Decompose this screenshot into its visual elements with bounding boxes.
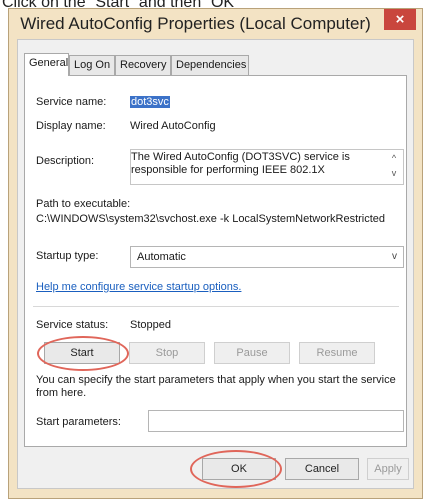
help-link[interactable]: Help me configure service startup option… bbox=[36, 281, 241, 293]
display-name-value[interactable]: Wired AutoConfig bbox=[130, 120, 216, 132]
startup-type-select[interactable]: Automatic v bbox=[130, 246, 404, 268]
properties-dialog: Wired AutoConfig Properties (Local Compu… bbox=[8, 8, 423, 499]
scroll-up-icon[interactable]: ^ bbox=[387, 153, 401, 165]
service-name-value[interactable]: dot3svc bbox=[130, 96, 170, 108]
title-bar[interactable]: Wired AutoConfig Properties (Local Compu… bbox=[9, 9, 422, 39]
cancel-button[interactable]: Cancel bbox=[285, 458, 359, 480]
tab-log-on[interactable]: Log On bbox=[69, 55, 115, 75]
ok-highlight-circle bbox=[190, 450, 282, 488]
startup-type-value: Automatic bbox=[137, 251, 186, 263]
display-name-label: Display name: bbox=[36, 120, 106, 132]
start-params-input[interactable] bbox=[148, 410, 404, 432]
service-status-value: Stopped bbox=[130, 319, 171, 331]
service-name-label: Service name: bbox=[36, 96, 107, 108]
service-name-text: dot3svc bbox=[130, 96, 170, 108]
pause-button[interactable]: Pause bbox=[214, 342, 290, 364]
start-highlight-circle bbox=[37, 336, 129, 371]
tab-recovery[interactable]: Recovery bbox=[115, 55, 171, 75]
path-label: Path to executable: bbox=[36, 198, 131, 210]
close-icon: × bbox=[395, 11, 405, 28]
description-box[interactable]: The Wired AutoConfig (DOT3SVC) service i… bbox=[130, 149, 404, 185]
service-status-label: Service status: bbox=[36, 319, 109, 331]
path-value[interactable]: C:\WINDOWS\system32\svchost.exe -k Local… bbox=[36, 213, 385, 225]
dialog-client-area: General Log On Recovery Dependencies Ser… bbox=[17, 39, 414, 489]
start-params-label: Start parameters: bbox=[36, 416, 121, 428]
tab-general[interactable]: General bbox=[24, 53, 69, 76]
resume-button[interactable]: Resume bbox=[299, 342, 375, 364]
stop-button[interactable]: Stop bbox=[129, 342, 205, 364]
tab-dependencies[interactable]: Dependencies bbox=[171, 55, 249, 75]
dialog-title: Wired AutoConfig Properties (Local Compu… bbox=[20, 14, 371, 33]
apply-button[interactable]: Apply bbox=[367, 458, 409, 480]
description-label: Description: bbox=[36, 155, 95, 167]
close-button[interactable]: × bbox=[384, 9, 416, 30]
general-panel: Service name: dot3svc Display name: Wire… bbox=[24, 75, 407, 447]
scroll-down-icon[interactable]: v bbox=[387, 168, 401, 180]
divider bbox=[33, 306, 399, 307]
startup-type-label: Startup type: bbox=[36, 250, 99, 262]
chevron-down-icon: v bbox=[392, 251, 397, 262]
description-text: The Wired AutoConfig (DOT3SVC) service i… bbox=[131, 151, 350, 176]
start-params-note: You can specify the start parameters tha… bbox=[36, 374, 396, 399]
